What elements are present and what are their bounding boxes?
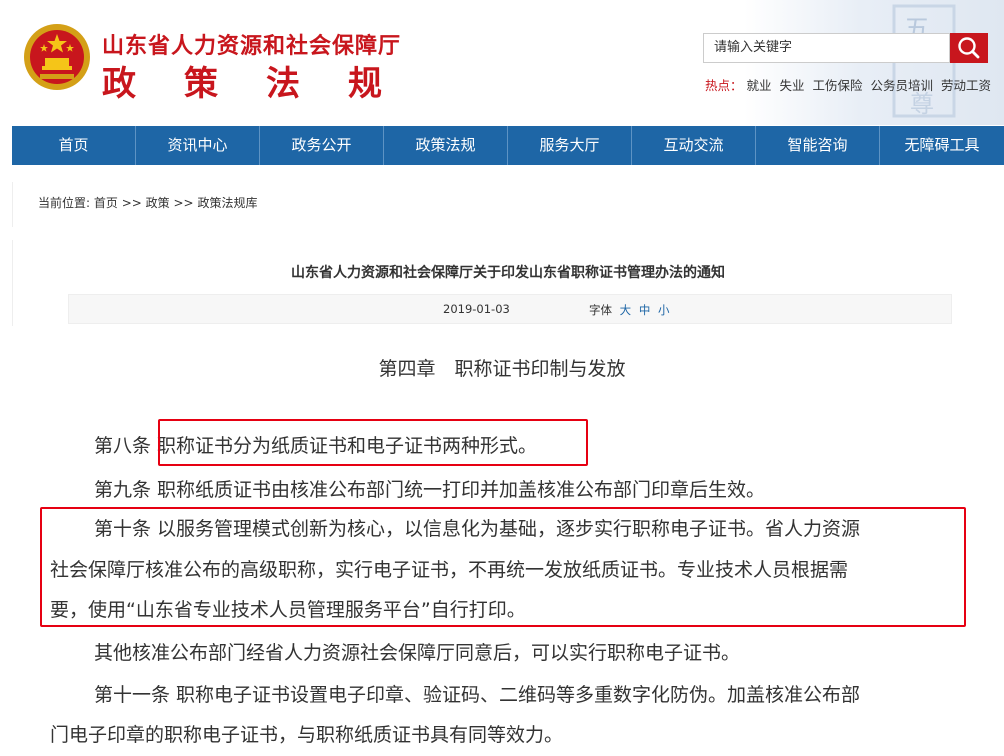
highlight-box — [158, 419, 588, 466]
publish-date: 2019-01-03 — [443, 302, 510, 316]
search-icon — [958, 37, 980, 59]
nav-item-home[interactable]: 首页 — [12, 126, 136, 165]
breadcrumb-separator: >> — [121, 196, 142, 210]
highlight-box — [40, 507, 966, 627]
breadcrumb: 当前位置: 首页 >> 政策 >> 政策法规库 — [38, 194, 257, 211]
article-paragraph-line: 其他核准公布部门经省人力资源社会保障厅同意后，可以实行职称电子证书。 — [94, 642, 741, 664]
hot-keyword-link[interactable]: 工伤保险 — [813, 78, 863, 93]
nav-item-news[interactable]: 资讯中心 — [136, 126, 260, 165]
breadcrumb-level1-link[interactable]: 政策 — [146, 196, 170, 210]
national-emblem-icon — [22, 22, 92, 92]
font-size-small-button[interactable]: 小 — [658, 303, 670, 317]
font-size-medium-button[interactable]: 中 — [639, 303, 651, 317]
deco-char-2: 尊 — [910, 90, 934, 118]
search-button[interactable] — [950, 33, 988, 63]
site-header: 五 尊 山东省人力资源和社会保障厅 政策法规 请输入关键字 热点： 就业 失业 … — [0, 0, 1004, 125]
breadcrumb-level2-link[interactable]: 政策法规库 — [197, 196, 257, 210]
hot-keywords: 热点： 就业 失业 工伤保险 公务员培训 劳动工资 — [705, 75, 995, 94]
nav-item-interaction[interactable]: 互动交流 — [632, 126, 756, 165]
section-title: 政策法规 — [102, 56, 430, 105]
nav-item-gov-affairs[interactable]: 政务公开 — [260, 126, 384, 165]
nav-item-policy[interactable]: 政策法规 — [384, 126, 508, 165]
breadcrumb-separator: >> — [173, 196, 194, 210]
article-header: 山东省人力资源和社会保障厅关于印发山东省职称证书管理办法的通知 2019-01-… — [12, 240, 1004, 326]
font-size-large-button[interactable]: 大 — [620, 303, 632, 317]
article-paragraph-line: 门电子印章的职称电子证书，与职称纸质证书具有同等效力。 — [50, 724, 564, 746]
section-title-char: 规 — [348, 64, 382, 104]
section-title-char: 策 — [184, 64, 218, 104]
section-title-char: 政 — [102, 64, 136, 104]
nav-item-accessibility[interactable]: 无障碍工具 — [880, 126, 1004, 165]
article-paragraph-line: 第九条 职称纸质证书由核准公布部门统一打印并加盖核准公布部门印章后生效。 — [94, 479, 766, 501]
hot-keyword-link[interactable]: 劳动工资 — [941, 78, 991, 93]
hot-label: 热点： — [705, 78, 743, 93]
hot-keyword-link[interactable]: 失业 — [780, 78, 805, 93]
font-size-label: 字体 — [589, 303, 612, 317]
article-meta-bar: 2019-01-03 字体 大 中 小 — [68, 294, 952, 324]
nav-item-smart-consult[interactable]: 智能咨询 — [756, 126, 880, 165]
font-size-controls: 字体 大 中 小 — [589, 302, 669, 318]
chapter-heading: 第四章 职称证书印制与发放 — [378, 358, 626, 380]
hot-keyword-link[interactable]: 公务员培训 — [871, 78, 934, 93]
main-nav: 首页 资讯中心 政务公开 政策法规 服务大厅 互动交流 智能咨询 无障碍工具 — [12, 126, 1004, 165]
article-paragraph-line: 第十一条 职称电子证书设置电子印章、验证码、二维码等多重数字化防伪。加盖核准公布… — [94, 684, 861, 706]
breadcrumb-home-link[interactable]: 首页 — [94, 196, 118, 210]
article-title: 山东省人力资源和社会保障厅关于印发山东省职称证书管理办法的通知 — [291, 265, 725, 281]
search-input[interactable]: 请输入关键字 — [703, 33, 950, 63]
breadcrumb-bar: 当前位置: 首页 >> 政策 >> 政策法规库 — [12, 182, 1004, 227]
section-title-char: 法 — [266, 64, 300, 104]
hot-keyword-link[interactable]: 就业 — [747, 78, 772, 93]
breadcrumb-prefix: 当前位置: — [38, 196, 91, 210]
nav-item-services[interactable]: 服务大厅 — [508, 126, 632, 165]
